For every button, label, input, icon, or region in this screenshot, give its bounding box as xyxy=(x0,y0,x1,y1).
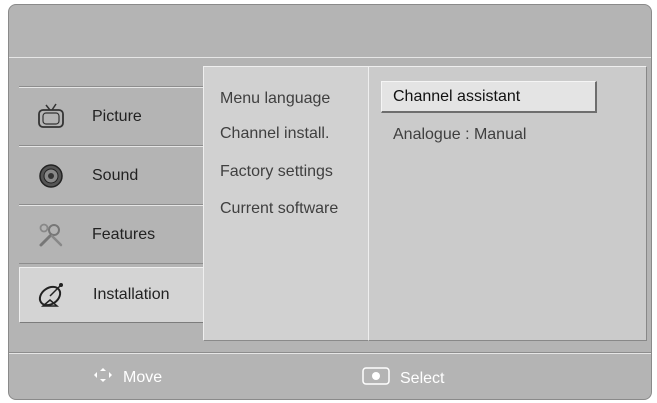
submenu-item-menu-language[interactable]: Menu language xyxy=(220,90,330,108)
divider xyxy=(19,87,205,88)
move-hint: Move xyxy=(93,367,162,388)
tv-menu-window: Picture Sound Features Installation Menu… xyxy=(8,4,652,400)
navigation-arrows-icon xyxy=(93,367,113,388)
menu-item-label: Sound xyxy=(92,167,139,184)
menu-item-label: Picture xyxy=(92,108,142,125)
move-label: Move xyxy=(123,368,163,386)
header-divider xyxy=(9,57,651,58)
divider xyxy=(19,146,205,147)
options-panel: Channel assistant Analogue : Manual xyxy=(368,66,647,341)
menu-item-label: Features xyxy=(92,226,156,243)
select-hint: Select xyxy=(362,367,444,390)
divider xyxy=(19,263,205,264)
footer-divider xyxy=(9,353,651,354)
option-analogue-manual[interactable]: Analogue : Manual xyxy=(393,126,526,144)
submenu-item-factory-settings[interactable]: Factory settings xyxy=(220,163,333,181)
submenu-item-channel-install[interactable]: Channel install. xyxy=(220,125,329,143)
footer-bar: Move Select xyxy=(9,355,651,399)
speaker-icon xyxy=(35,160,67,192)
tools-icon xyxy=(35,219,67,251)
tv-icon xyxy=(35,101,67,133)
satellite-dish-icon xyxy=(36,279,68,311)
menu-item-features[interactable]: Features xyxy=(19,210,204,260)
menu-item-installation[interactable]: Installation xyxy=(19,267,204,323)
submenu-panel: Menu language Channel install. Factory s… xyxy=(203,66,370,341)
menu-item-picture[interactable]: Picture xyxy=(19,92,204,142)
menu-item-sound[interactable]: Sound xyxy=(19,151,204,201)
submenu-item-current-software[interactable]: Current software xyxy=(220,200,338,218)
divider xyxy=(19,205,205,206)
option-channel-assistant[interactable]: Channel assistant xyxy=(381,81,597,113)
ok-button-icon xyxy=(362,367,390,390)
select-label: Select xyxy=(400,369,445,387)
menu-item-label: Installation xyxy=(93,286,170,303)
